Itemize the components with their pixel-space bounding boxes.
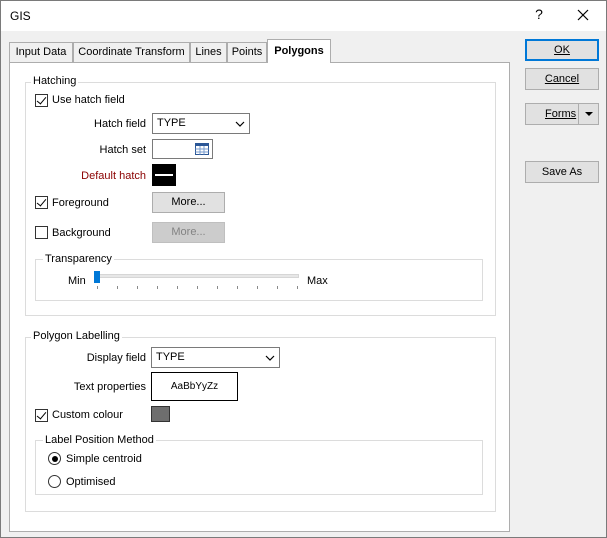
simple-centroid-label: Simple centroid [66, 453, 142, 465]
slider-tick [277, 286, 278, 289]
slider-tick [157, 286, 158, 289]
label-position-method-group-label: Label Position Method [43, 434, 156, 447]
hatching-group-label: Hatching [31, 75, 79, 88]
gis-dialog: GIS ? Input Data Coordinate Transform Li… [0, 0, 607, 538]
table-picker-icon[interactable] [195, 143, 209, 155]
background-more-button[interactable]: More... [152, 222, 225, 243]
forms-button[interactable]: Forms [525, 103, 599, 125]
use-hatch-field-checkbox[interactable] [35, 94, 48, 107]
transparency-min-label: Min [68, 275, 86, 287]
custom-colour-checkbox[interactable] [35, 409, 48, 422]
slider-tick [297, 286, 298, 289]
forms-button-label: Forms [545, 108, 577, 120]
ok-button[interactable]: OK [525, 39, 599, 61]
transparency-max-label: Max [307, 275, 328, 287]
cancel-button[interactable]: Cancel [525, 68, 599, 90]
slider-tick [177, 286, 178, 289]
tab-coordinate-transform[interactable]: Coordinate Transform [73, 42, 190, 62]
tab-input-data[interactable]: Input Data [9, 42, 73, 62]
default-hatch-swatch[interactable] [152, 164, 176, 186]
tab-lines[interactable]: Lines [190, 42, 227, 62]
chevron-down-icon [265, 355, 275, 361]
hatch-field-value: TYPE [157, 117, 186, 129]
close-icon [577, 9, 589, 21]
slider-tick [197, 286, 198, 289]
transparency-slider-track[interactable] [96, 274, 299, 278]
save-as-button-label: Save As [541, 166, 583, 178]
hatch-set-label: Hatch set [99, 144, 146, 156]
hatch-field-select[interactable]: TYPE [152, 113, 250, 134]
window-title: GIS [10, 9, 31, 23]
chevron-down-icon [235, 121, 245, 127]
display-field-select[interactable]: TYPE [151, 347, 280, 368]
transparency-slider-thumb[interactable] [94, 271, 100, 283]
transparency-group-label: Transparency [43, 253, 114, 266]
hatch-field-label: Hatch field [94, 118, 146, 130]
slider-tick [117, 286, 118, 289]
foreground-checkbox[interactable] [35, 196, 48, 209]
use-hatch-field-label: Use hatch field [52, 94, 125, 106]
optimised-label: Optimised [66, 476, 116, 488]
simple-centroid-radio[interactable] [48, 452, 61, 465]
cancel-button-label: Cancel [544, 73, 580, 85]
custom-colour-label: Custom colour [52, 409, 123, 421]
slider-tick [237, 286, 238, 289]
optimised-radio[interactable] [48, 475, 61, 488]
text-properties-preview[interactable]: AaBbYyZz [151, 372, 238, 401]
tab-polygons[interactable]: Polygons [267, 39, 331, 63]
slider-tick [217, 286, 218, 289]
default-hatch-label: Default hatch [81, 170, 146, 182]
hatch-set-input[interactable] [152, 139, 213, 159]
ok-button-label: OK [554, 44, 570, 56]
slider-tick [97, 286, 98, 289]
title-bar: GIS ? [1, 1, 606, 31]
tab-points[interactable]: Points [227, 42, 267, 62]
slider-tick [257, 286, 258, 289]
polygons-panel: Hatching Use hatch field Hatch field TYP… [9, 62, 510, 532]
foreground-more-button[interactable]: More... [152, 192, 225, 213]
foreground-label: Foreground [52, 197, 109, 209]
background-checkbox[interactable] [35, 226, 48, 239]
custom-colour-swatch[interactable] [151, 406, 170, 422]
display-field-label: Display field [86, 352, 146, 364]
save-as-button[interactable]: Save As [525, 161, 599, 183]
help-button[interactable]: ? [532, 6, 546, 22]
text-properties-label: Text properties [73, 381, 146, 393]
polygon-labelling-group-label: Polygon Labelling [31, 330, 122, 343]
display-field-value: TYPE [156, 351, 185, 363]
close-button[interactable] [572, 4, 594, 26]
slider-tick [137, 286, 138, 289]
background-label: Background [52, 227, 111, 239]
forms-dropdown-arrow[interactable] [578, 104, 598, 124]
